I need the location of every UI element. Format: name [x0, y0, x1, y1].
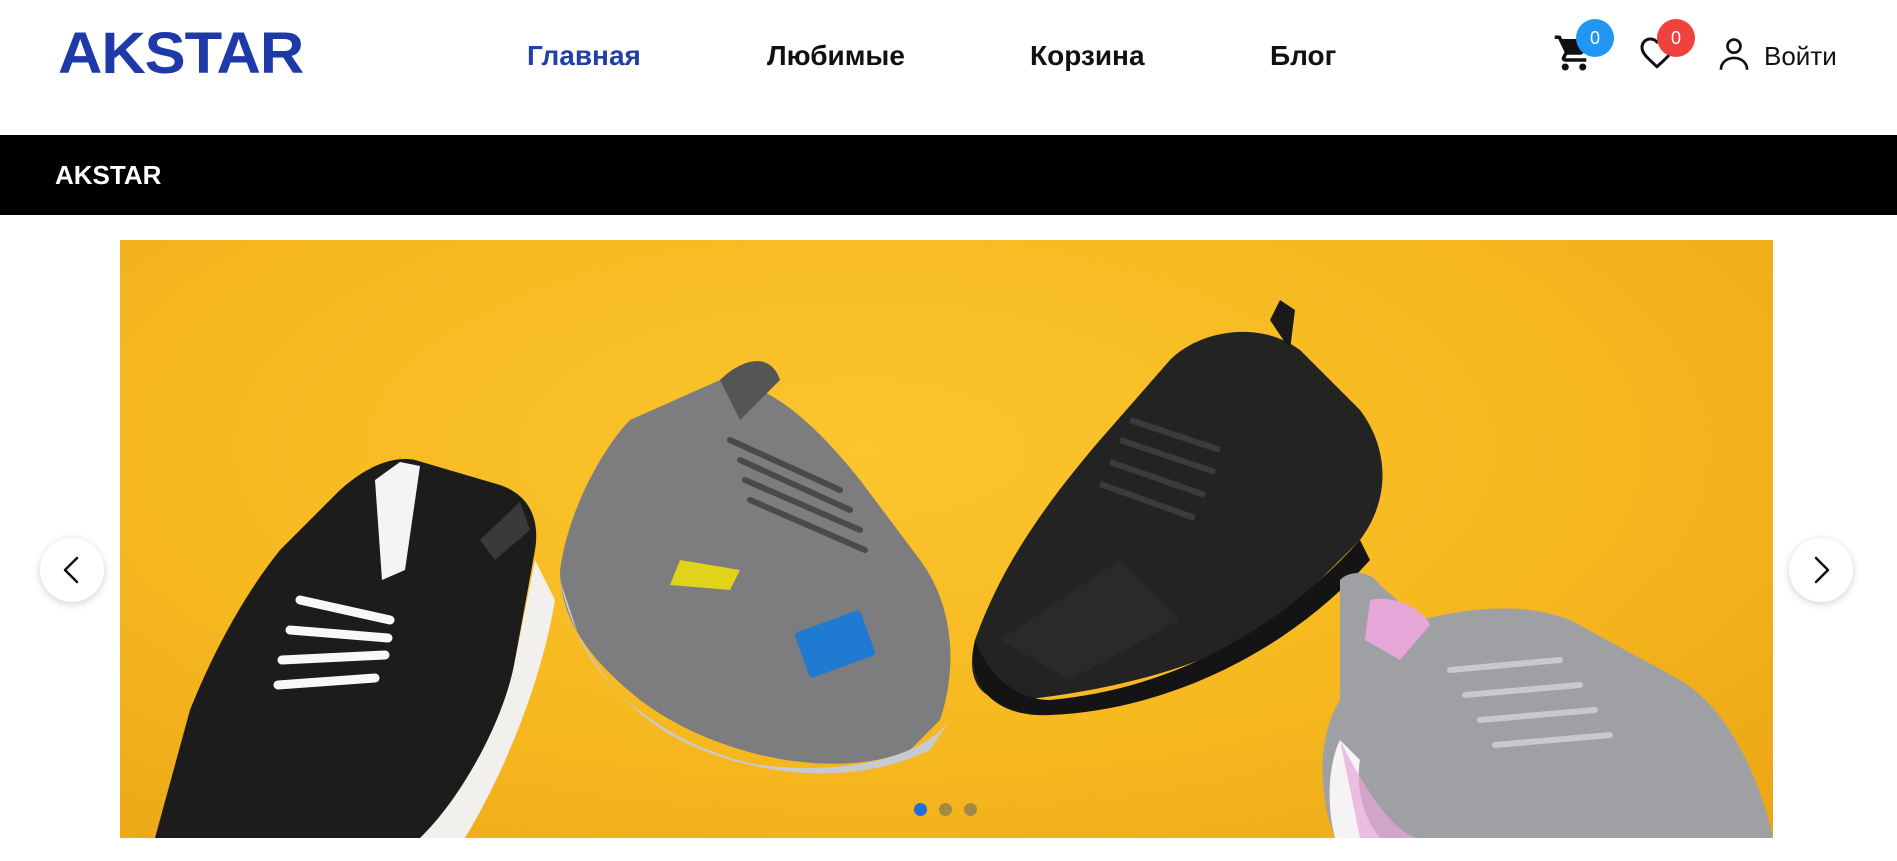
nav-link-home[interactable]: Главная [527, 38, 641, 74]
slider-dot-2[interactable] [939, 803, 952, 816]
shoe-grey [560, 361, 951, 774]
user-icon [1719, 38, 1749, 70]
site-header: AKSTAR Главная Любимые Корзина Блог 0 0 … [0, 0, 1897, 135]
chevron-right-icon [1814, 556, 1830, 584]
hero-image [155, 300, 1773, 838]
slider-dot-1[interactable] [914, 803, 927, 816]
user-button[interactable] [1718, 37, 1752, 73]
shoe-black-white [155, 459, 555, 838]
slider-dot-3[interactable] [964, 803, 977, 816]
cart-count-badge: 0 [1576, 19, 1614, 57]
slider-next-button[interactable] [1789, 538, 1853, 602]
shoe-black [972, 300, 1383, 716]
slider-prev-button[interactable] [40, 538, 104, 602]
favorites-count-badge: 0 [1657, 19, 1695, 57]
breadcrumb[interactable]: AKSTAR [55, 159, 161, 191]
nav-link-cart[interactable]: Корзина [1030, 38, 1145, 74]
nav-link-favorites[interactable]: Любимые [767, 38, 905, 74]
login-link[interactable]: Войти [1764, 41, 1837, 71]
chevron-left-icon [63, 556, 79, 584]
nav-link-blog[interactable]: Блог [1270, 38, 1336, 74]
shoe-grey-pink [1322, 573, 1773, 838]
breadcrumb-bar: AKSTAR [0, 135, 1897, 215]
main-nav: Главная Любимые Корзина Блог [0, 38, 1400, 74]
hero-slider[interactable] [120, 240, 1773, 838]
